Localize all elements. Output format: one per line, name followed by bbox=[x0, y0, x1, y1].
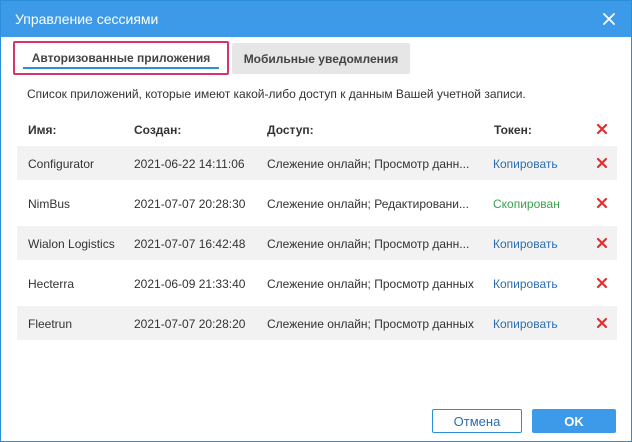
header-access: Доступ: bbox=[267, 123, 314, 137]
row-name: Fleetrun bbox=[28, 317, 73, 331]
delete-icon[interactable] bbox=[595, 156, 609, 170]
copy-token-link[interactable]: Копировать bbox=[493, 237, 558, 251]
tab-mobile-notifications-label: Мобильные уведомления bbox=[243, 51, 399, 66]
description-text: Список приложений, которые имеют какой-л… bbox=[27, 87, 526, 101]
table-row: Wialon Logistics 2021-07-07 16:42:48 Сле… bbox=[17, 226, 617, 260]
cancel-button[interactable]: Отмена bbox=[432, 409, 522, 433]
row-created: 2021-07-07 20:28:20 bbox=[134, 317, 246, 331]
delete-icon[interactable] bbox=[595, 276, 609, 290]
row-name: Hecterra bbox=[28, 277, 75, 291]
row-name: NimBus bbox=[28, 197, 71, 211]
copy-token-link[interactable]: Копировать bbox=[493, 277, 558, 291]
close-icon[interactable] bbox=[597, 7, 621, 31]
row-access: Слежение онлайн; Просмотр данн... bbox=[267, 157, 470, 171]
row-created: 2021-06-22 14:11:06 bbox=[134, 157, 245, 171]
delete-icon[interactable] bbox=[595, 316, 609, 330]
row-access: Слежение онлайн; Просмотр данн... bbox=[267, 237, 470, 251]
table-row: NimBus 2021-07-07 20:28:30 Слежение онла… bbox=[17, 186, 617, 220]
table-row: Hecterra 2021-06-09 21:33:40 Слежение он… bbox=[17, 266, 617, 300]
delete-all-icon[interactable] bbox=[595, 122, 609, 136]
row-created: 2021-07-07 16:42:48 bbox=[134, 237, 246, 251]
table-header: Имя: Создан: Доступ: Токен: bbox=[17, 117, 617, 141]
header-name: Имя: bbox=[28, 123, 57, 137]
tab-bar: Авторизованные приложения Мобильные увед… bbox=[13, 39, 623, 79]
row-access: Слежение онлайн; Редактировани... bbox=[267, 197, 469, 211]
row-access: Слежение онлайн; Просмотр данных bbox=[267, 277, 474, 291]
dialog-titlebar: Управление сессиями bbox=[1, 1, 631, 37]
row-created: 2021-06-09 21:33:40 bbox=[134, 277, 246, 291]
tab-authorized-apps-label: Авторизованные приложения bbox=[31, 51, 211, 65]
session-management-dialog: Управление сессиями Авторизованные прило… bbox=[0, 0, 632, 442]
header-created: Создан: bbox=[134, 123, 182, 137]
delete-icon[interactable] bbox=[595, 196, 609, 210]
active-tab-underline bbox=[23, 67, 219, 69]
token-copied-status: Скопирован bbox=[493, 197, 560, 211]
header-token: Токен: bbox=[494, 123, 532, 137]
ok-button[interactable]: OK bbox=[532, 409, 616, 433]
dialog-title: Управление сессиями bbox=[15, 11, 159, 27]
row-name: Configurator bbox=[28, 157, 95, 171]
copy-token-link[interactable]: Копировать bbox=[493, 157, 558, 171]
copy-token-link[interactable]: Копировать bbox=[493, 317, 558, 331]
row-created: 2021-07-07 20:28:30 bbox=[134, 197, 246, 211]
row-access: Слежение онлайн; Просмотр данных bbox=[267, 317, 474, 331]
table-row: Configurator 2021-06-22 14:11:06 Слежени… bbox=[17, 146, 617, 180]
delete-icon[interactable] bbox=[595, 236, 609, 250]
tab-authorized-apps[interactable]: Авторизованные приложения bbox=[13, 41, 229, 75]
table-row: Fleetrun 2021-07-07 20:28:20 Слежение он… bbox=[17, 306, 617, 340]
tab-mobile-notifications[interactable]: Мобильные уведомления bbox=[232, 43, 410, 74]
row-name: Wialon Logistics bbox=[28, 237, 115, 251]
